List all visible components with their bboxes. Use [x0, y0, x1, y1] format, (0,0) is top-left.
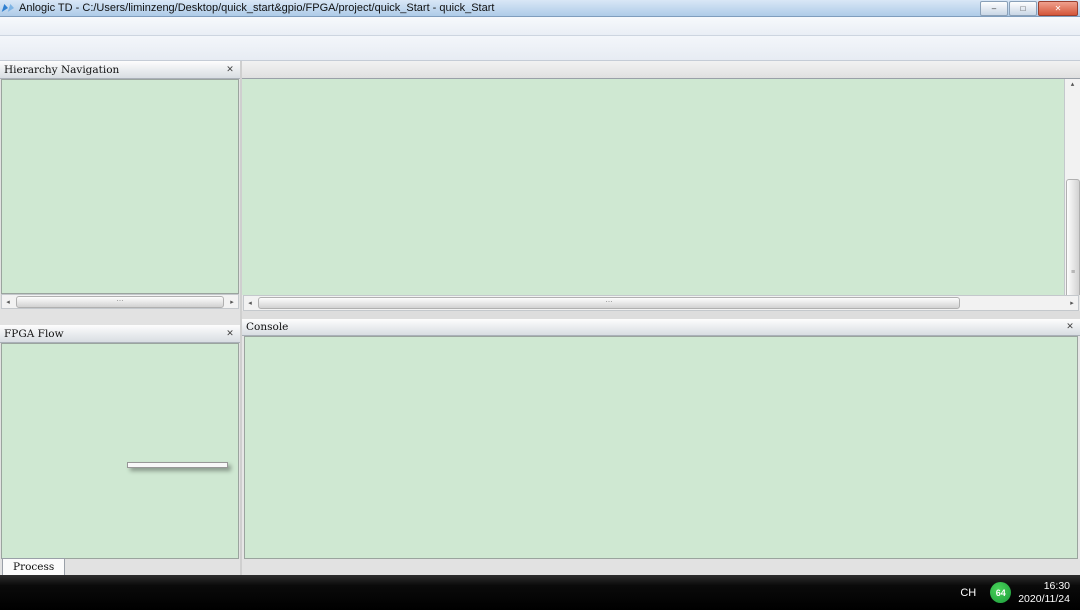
- scroll-track[interactable]: ⋯: [256, 297, 1066, 308]
- system-tray: CH 64 16:30 2020/11/24: [960, 580, 1076, 606]
- hierarchy-hscrollbar[interactable]: ◂ ⋯ ▸: [1, 294, 239, 309]
- hierarchy-panel-header: Hierarchy Navigation ✕: [0, 61, 240, 79]
- context-menu: [127, 462, 228, 468]
- scroll-track[interactable]: ⋯: [14, 296, 226, 307]
- clock[interactable]: 16:30 2020/11/24: [1018, 580, 1070, 606]
- language-indicator[interactable]: CH: [960, 587, 976, 599]
- console-close-icon[interactable]: ✕: [1064, 322, 1076, 332]
- hierarchy-tree: [1, 79, 239, 294]
- scroll-right-icon[interactable]: ▸: [1066, 299, 1078, 307]
- editor-vscrollbar[interactable]: ▴ ≡ ▾: [1064, 79, 1080, 295]
- minimize-button[interactable]: –: [980, 1, 1008, 16]
- taskbar: CH 64 16:30 2020/11/24: [0, 575, 1080, 610]
- console-panel-title: Console: [246, 321, 288, 333]
- hierarchy-close-icon[interactable]: ✕: [224, 65, 236, 75]
- code-editor[interactable]: ▴ ≡ ▾: [242, 79, 1080, 295]
- console-output[interactable]: [244, 336, 1078, 560]
- console-tab-row: [242, 559, 1080, 575]
- scroll-left-icon[interactable]: ◂: [244, 299, 256, 307]
- window-title: Anlogic TD - C:/Users/liminzeng/Desktop/…: [19, 2, 494, 14]
- anlogic-logo-icon: [3, 3, 15, 13]
- toolbar: [0, 36, 1080, 61]
- clock-date: 2020/11/24: [1018, 593, 1070, 606]
- editor-console-area: ▴ ≡ ▾ ◂ ⋯ ▸ Console ✕: [242, 61, 1080, 575]
- process-tab-row: Process: [0, 559, 240, 575]
- scroll-left-icon[interactable]: ◂: [2, 298, 14, 306]
- scroll-thumb[interactable]: ⋯: [16, 296, 224, 308]
- battery-indicator[interactable]: 64: [990, 582, 1011, 603]
- scroll-right-icon[interactable]: ▸: [226, 298, 238, 306]
- scroll-up-icon[interactable]: ▴: [1071, 79, 1075, 91]
- tab-process[interactable]: Process: [2, 558, 65, 575]
- scroll-track[interactable]: ≡: [1066, 91, 1079, 283]
- scroll-thumb[interactable]: ⋯: [258, 297, 960, 309]
- editor-tab-bar: [242, 61, 1080, 79]
- scroll-thumb[interactable]: ≡: [1066, 179, 1080, 295]
- title-bar: Anlogic TD - C:/Users/liminzeng/Desktop/…: [0, 0, 1080, 17]
- maximize-button[interactable]: □: [1009, 1, 1037, 16]
- console-panel-header: Console ✕: [242, 319, 1080, 336]
- editor-hscrollbar[interactable]: ◂ ⋯ ▸: [243, 295, 1079, 311]
- flow-panel-title: FPGA Flow: [4, 328, 64, 340]
- project-sources-tabs: [0, 309, 240, 325]
- flow-panel-header: FPGA Flow ✕: [0, 325, 240, 343]
- left-panel: Hierarchy Navigation ✕ ◂ ⋯ ▸ FPGA Flow ✕…: [0, 61, 242, 575]
- code-lines[interactable]: [242, 79, 1064, 295]
- panel-splitter[interactable]: [242, 311, 1080, 319]
- fpga-flow-list: [1, 343, 239, 559]
- hierarchy-panel-title: Hierarchy Navigation: [4, 64, 119, 76]
- menu-bar: [0, 17, 1080, 36]
- clock-time: 16:30: [1018, 580, 1070, 593]
- close-button[interactable]: ✕: [1038, 1, 1078, 16]
- flow-close-icon[interactable]: ✕: [224, 329, 236, 339]
